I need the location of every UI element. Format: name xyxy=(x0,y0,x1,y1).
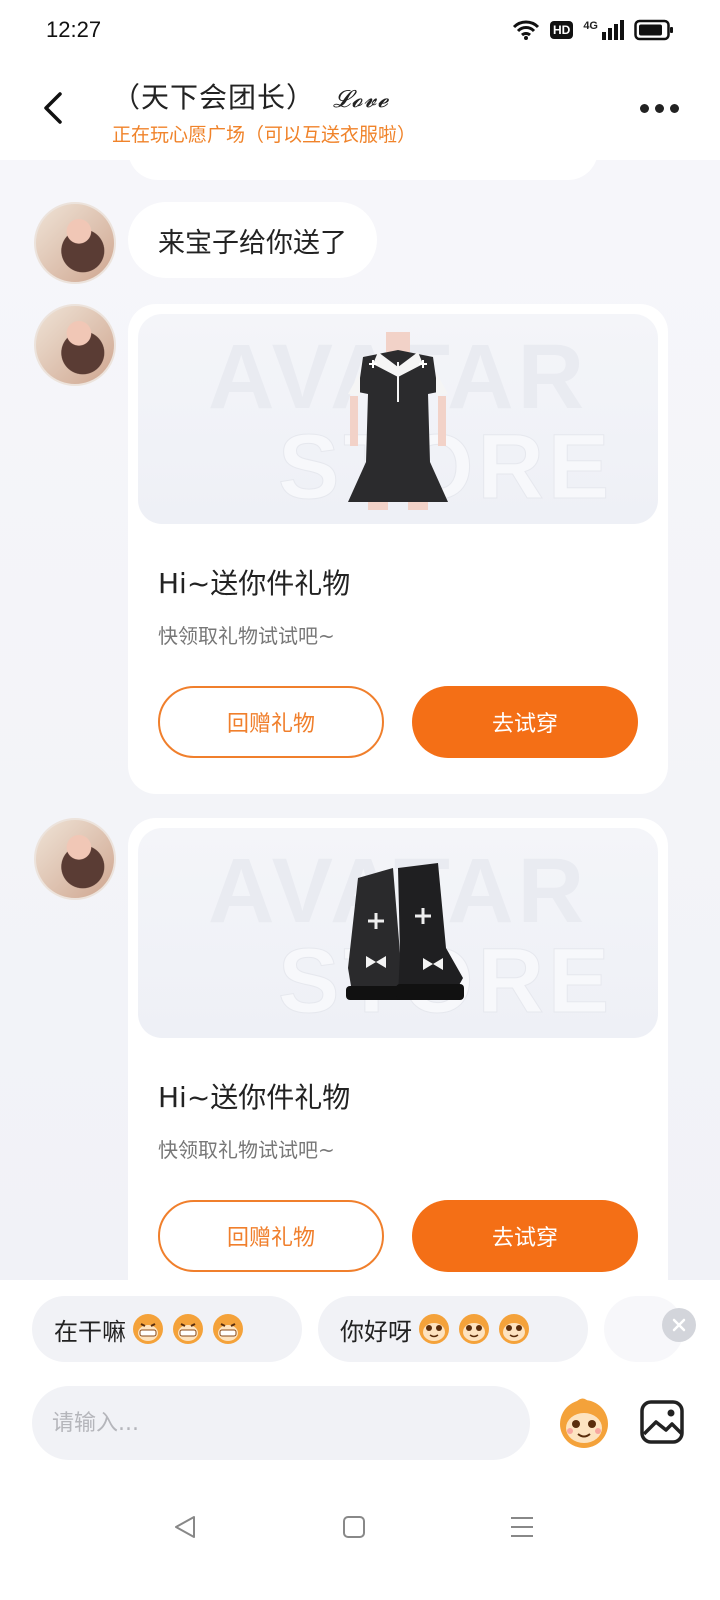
gift-title: Hi~送你件礼物 xyxy=(158,567,351,600)
nav-menu-button[interactable] xyxy=(508,1514,536,1544)
nav-back-button[interactable] xyxy=(172,1514,198,1544)
boots-icon xyxy=(346,863,464,1000)
chat-title-name: （天下会团长） xyxy=(112,82,316,113)
text-message-bubble: 来宝子给你送了 xyxy=(128,202,377,278)
close-icon xyxy=(672,1318,686,1332)
gift-title: Hi~送你件礼物 xyxy=(158,1081,351,1114)
emoji-button[interactable] xyxy=(554,1394,614,1452)
quick-reply-label: 在干嘛 xyxy=(54,1317,126,1346)
smile-monkey-icon xyxy=(459,1314,489,1344)
return-gift-button[interactable]: 回赠礼物 xyxy=(158,1200,384,1272)
message-input[interactable] xyxy=(32,1386,530,1460)
chat-header: （天下会团长） 𝓛𝓸𝓿𝓮 正在玩心愿广场（可以互送衣服啦） xyxy=(0,60,720,160)
status-icons: HD 4G xyxy=(512,19,674,41)
gift-item-image: AVATAR STORE xyxy=(138,314,658,524)
image-icon xyxy=(640,1400,684,1444)
try-on-button[interactable]: 去试穿 xyxy=(412,686,638,758)
close-quick-replies-button[interactable] xyxy=(662,1308,696,1342)
more-dot-icon xyxy=(670,103,679,113)
quick-reply-chip[interactable]: 在干嘛 xyxy=(32,1296,302,1362)
more-dot-icon xyxy=(640,103,649,113)
status-bar: 12:27 HD 4G xyxy=(0,0,720,60)
hd-badge: HD xyxy=(549,21,574,39)
battery-icon xyxy=(634,19,673,41)
gift-card[interactable]: AVATAR STORE Hi~送你件礼物 快领取礼物试试吧~ 回赠礼物 去试穿 xyxy=(128,304,668,794)
chat-title-group: （天下会团长） 𝓛𝓸𝓿𝓮 正在玩心愿广场（可以互送衣服啦） xyxy=(112,76,416,147)
chevron-left-icon xyxy=(44,92,62,124)
smile-monkey-icon xyxy=(419,1314,449,1344)
quick-reply-chip[interactable]: 你好呀 xyxy=(318,1296,588,1362)
more-options-button[interactable] xyxy=(640,96,690,120)
avatar[interactable] xyxy=(34,202,116,284)
chat-message-list[interactable]: 来宝子给你送了 AVATAR STORE Hi~ xyxy=(0,160,720,1280)
chat-title-love: 𝓛𝓸𝓿𝓮 xyxy=(333,85,390,113)
grin-monkey-icon xyxy=(133,1314,163,1344)
network-type-label: 4G xyxy=(583,20,598,32)
chat-subtitle: 正在玩心愿广场（可以互送衣服啦） xyxy=(112,124,417,146)
smile-monkey-icon xyxy=(499,1314,529,1344)
nav-home-button[interactable] xyxy=(341,1514,367,1544)
monkey-emoji-icon xyxy=(560,1398,608,1448)
status-time: 12:27 xyxy=(46,17,102,42)
network-badge: 4G xyxy=(583,20,624,40)
wifi-icon xyxy=(512,20,540,40)
menu-lines-icon xyxy=(511,1517,533,1537)
square-home-icon xyxy=(343,1516,365,1538)
grin-monkey-icon xyxy=(173,1314,203,1344)
triangle-back-icon xyxy=(175,1516,195,1538)
gift-description: 快领取礼物试试吧~ xyxy=(158,1138,335,1162)
gift-description: 快领取礼物试试吧~ xyxy=(158,624,335,648)
grin-monkey-icon xyxy=(213,1314,243,1344)
quick-reply-label: 你好呀 xyxy=(340,1317,412,1346)
gift-item-image: AVATAR STORE xyxy=(138,828,658,1038)
try-on-button[interactable]: 去试穿 xyxy=(412,1200,638,1272)
dress-icon xyxy=(348,332,448,510)
avatar[interactable] xyxy=(34,304,116,386)
gift-card[interactable]: AVATAR STORE Hi~送你件礼物 快领取礼物试试吧~ 回赠礼物 去试穿 xyxy=(128,818,668,1280)
image-picker-button[interactable] xyxy=(638,1398,686,1446)
system-nav-bar xyxy=(0,1476,720,1600)
more-dot-icon xyxy=(655,103,664,113)
previous-message-bubble xyxy=(128,160,598,180)
chat-title: （天下会团长） 𝓛𝓸𝓿𝓮 xyxy=(112,76,416,116)
avatar[interactable] xyxy=(34,818,116,900)
return-gift-button[interactable]: 回赠礼物 xyxy=(158,686,384,758)
message-input-bar xyxy=(0,1384,720,1476)
back-button[interactable] xyxy=(38,86,72,130)
quick-reply-bar: 在干嘛 你好呀 xyxy=(0,1280,720,1384)
